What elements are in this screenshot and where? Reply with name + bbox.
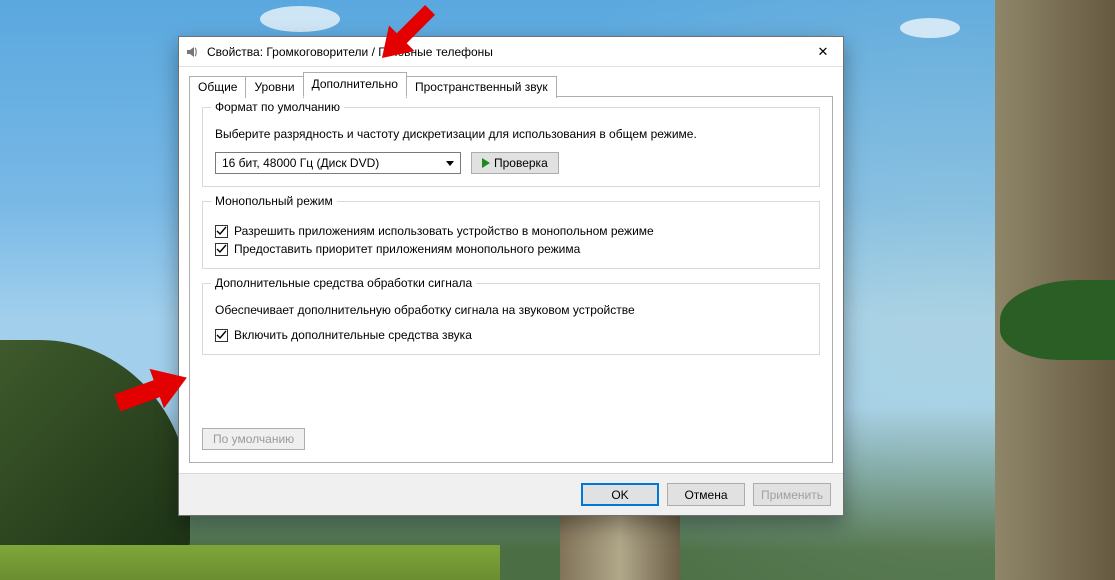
tabpage-advanced: Формат по умолчанию Выберите разрядность…: [189, 96, 833, 463]
group-default-format: Формат по умолчанию Выберите разрядность…: [202, 107, 820, 187]
tab-advanced-label: Дополнительно: [312, 77, 398, 91]
tab-general-label: Общие: [198, 80, 237, 94]
cancel-button-label: Отмена: [684, 488, 727, 502]
default-format-selected: 16 бит, 48000 Гц (Диск DVD): [222, 156, 379, 170]
checkbox-box: [215, 243, 228, 256]
dialog-footer: OK Отмена Применить: [179, 473, 843, 515]
properties-dialog: Свойства: Громкоговорители / Головные те…: [178, 36, 844, 516]
close-button[interactable]: ✕: [803, 37, 843, 67]
annotation-arrow-top: [366, 0, 446, 74]
ok-button-label: OK: [611, 488, 628, 502]
tabstrip: Общие Уровни Дополнительно Пространствен…: [189, 75, 833, 97]
close-icon: ✕: [818, 45, 829, 58]
tab-advanced[interactable]: Дополнительно: [303, 72, 407, 97]
restore-defaults-button[interactable]: По умолчанию: [202, 428, 305, 450]
checkbox-priority-exclusive[interactable]: Предоставить приоритет приложениям моноп…: [215, 242, 807, 256]
tab-spatial[interactable]: Пространственный звук: [406, 76, 557, 98]
tab-levels-label: Уровни: [254, 80, 294, 94]
checkbox-enable-enhancements[interactable]: Включить дополнительные средства звука: [215, 328, 807, 342]
ok-button[interactable]: OK: [581, 483, 659, 506]
tab-levels[interactable]: Уровни: [245, 76, 303, 98]
checkbox-allow-exclusive[interactable]: Разрешить приложениям использовать устро…: [215, 224, 807, 238]
chevron-down-icon: [446, 161, 454, 166]
play-icon: [482, 158, 490, 168]
annotation-arrow-left: [108, 350, 198, 430]
group-exclusive-mode: Монопольный режим Разрешить приложениям …: [202, 201, 820, 269]
tab-spatial-label: Пространственный звук: [415, 80, 548, 94]
group-signal-enhancements: Дополнительные средства обработки сигнал…: [202, 283, 820, 355]
default-format-select[interactable]: 16 бит, 48000 Гц (Диск DVD): [215, 152, 461, 174]
apply-button[interactable]: Применить: [753, 483, 831, 506]
desktop-wallpaper: Свойства: Громкоговорители / Головные те…: [0, 0, 1115, 580]
checkbox-enable-enhancements-label: Включить дополнительные средства звука: [234, 328, 472, 342]
test-button[interactable]: Проверка: [471, 152, 559, 174]
restore-defaults-label: По умолчанию: [213, 432, 294, 446]
cancel-button[interactable]: Отмена: [667, 483, 745, 506]
checkbox-allow-exclusive-label: Разрешить приложениям использовать устро…: [234, 224, 654, 238]
titlebar[interactable]: Свойства: Громкоговорители / Головные те…: [179, 37, 843, 67]
group-default-format-legend: Формат по умолчанию: [211, 100, 344, 114]
checkbox-priority-exclusive-label: Предоставить приоритет приложениям моноп…: [234, 242, 580, 256]
test-button-label: Проверка: [494, 156, 548, 170]
checkbox-box: [215, 329, 228, 342]
checkbox-box: [215, 225, 228, 238]
group-signal-enhancements-legend: Дополнительные средства обработки сигнал…: [211, 276, 476, 290]
apply-button-label: Применить: [761, 488, 823, 502]
group-exclusive-mode-legend: Монопольный режим: [211, 194, 337, 208]
tab-general[interactable]: Общие: [189, 76, 246, 98]
window-title: Свойства: Громкоговорители / Головные те…: [207, 45, 803, 59]
enhancements-description: Обеспечивает дополнительную обработку си…: [215, 302, 807, 318]
default-format-description: Выберите разрядность и частоту дискретиз…: [215, 126, 807, 142]
speaker-icon: [185, 44, 201, 60]
